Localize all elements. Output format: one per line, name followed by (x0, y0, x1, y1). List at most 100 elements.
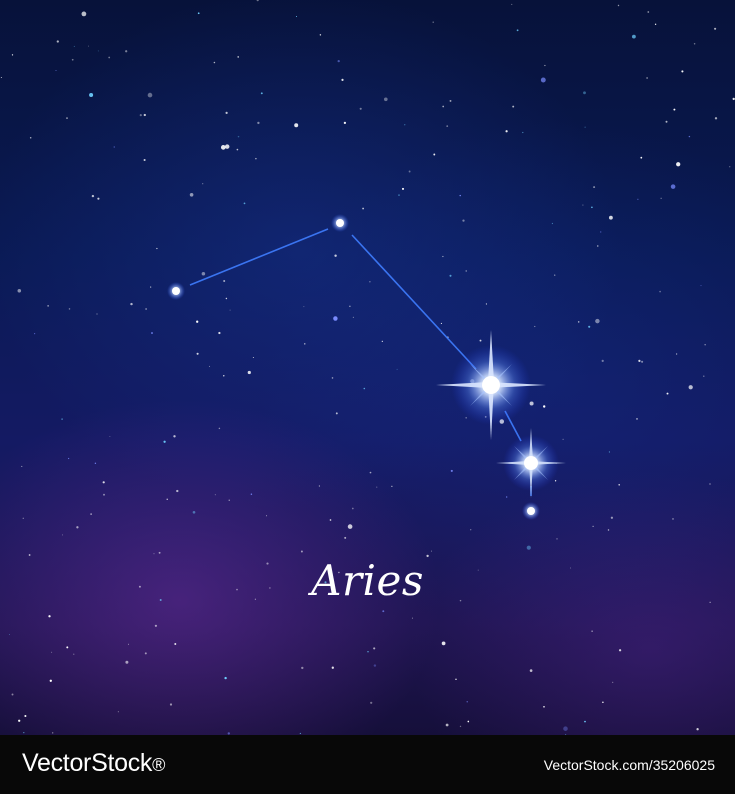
background-star (334, 254, 337, 257)
background-star (600, 231, 602, 233)
background-star (256, 0, 259, 2)
background-star (369, 281, 371, 283)
background-star (637, 198, 639, 200)
background-star (300, 550, 303, 553)
background-star (441, 641, 446, 646)
background-star (618, 484, 620, 486)
constellation-star (167, 282, 185, 300)
background-star (369, 471, 372, 474)
background-star (202, 183, 204, 185)
background-star (47, 305, 49, 307)
background-star (48, 615, 51, 618)
background-star (163, 440, 166, 443)
background-star (196, 320, 199, 323)
background-star (673, 108, 676, 111)
bright-star-hamal (436, 330, 546, 440)
background-star (607, 529, 610, 531)
background-star (8, 634, 10, 636)
background-star (73, 45, 75, 47)
background-star (76, 526, 79, 529)
background-star (411, 617, 413, 619)
background-star (631, 34, 636, 39)
background-star (588, 325, 591, 328)
background-star (430, 550, 432, 552)
background-star (351, 507, 354, 510)
background-star (225, 111, 228, 115)
background-star (704, 344, 706, 346)
background-star (71, 58, 74, 61)
background-star (201, 272, 206, 276)
background-star (117, 711, 119, 713)
background-star (128, 643, 129, 645)
background-star (636, 418, 638, 420)
background-star (442, 105, 445, 108)
background-star (228, 499, 230, 501)
background-star (349, 305, 351, 307)
background-star (540, 77, 546, 83)
background-star (318, 485, 321, 487)
background-star (213, 61, 216, 64)
background-star (465, 270, 467, 272)
background-star (640, 156, 643, 159)
background-star (516, 29, 519, 32)
background-star (470, 529, 472, 531)
background-star (583, 91, 586, 95)
background-star (556, 538, 558, 540)
background-star (34, 333, 36, 335)
background-star (97, 197, 100, 200)
background-star (299, 732, 301, 734)
background-star (143, 113, 146, 117)
background-star (449, 99, 452, 102)
background-star (505, 130, 508, 133)
background-star (688, 385, 693, 390)
constellation-line (351, 234, 477, 370)
background-star (21, 465, 23, 467)
background-star (296, 16, 297, 17)
background-star (647, 11, 650, 13)
background-star (236, 148, 239, 151)
background-star (455, 678, 457, 681)
background-star (529, 669, 533, 672)
brand-name: VectorStock (22, 749, 153, 777)
background-star (220, 145, 226, 150)
background-star (22, 517, 24, 519)
background-star (250, 493, 253, 496)
background-star (646, 77, 648, 79)
background-star (610, 516, 614, 519)
background-star (143, 158, 146, 162)
background-star (709, 483, 711, 485)
brand-logo: VectorStock® (22, 749, 165, 778)
background-star (166, 498, 168, 500)
background-star (66, 646, 69, 649)
background-star (18, 719, 21, 722)
background-star (66, 117, 68, 119)
background-star (52, 732, 54, 734)
background-star (196, 352, 199, 355)
image-reference: VectorStock.com/35206025 (543, 757, 715, 773)
background-star (11, 54, 14, 56)
background-star (29, 136, 32, 139)
background-star (362, 207, 365, 210)
night-sky-illustration: Aries (0, 0, 735, 735)
background-star (467, 720, 470, 723)
background-star (442, 255, 444, 258)
background-star (174, 643, 177, 645)
background-star (363, 387, 366, 390)
background-star (192, 510, 196, 514)
background-star (67, 457, 70, 460)
constellation-caption: Aries (311, 556, 424, 605)
background-star (659, 290, 661, 293)
background-star (551, 222, 553, 225)
background-star (584, 126, 586, 128)
background-star (11, 693, 14, 696)
background-star (252, 356, 254, 359)
background-star (266, 515, 268, 517)
background-star (359, 107, 362, 110)
background-star (223, 375, 225, 377)
background-star (125, 50, 128, 53)
background-star (440, 322, 442, 324)
background-star (446, 125, 449, 127)
background-star (169, 703, 173, 706)
background-star (370, 701, 373, 704)
background-star (449, 274, 452, 277)
